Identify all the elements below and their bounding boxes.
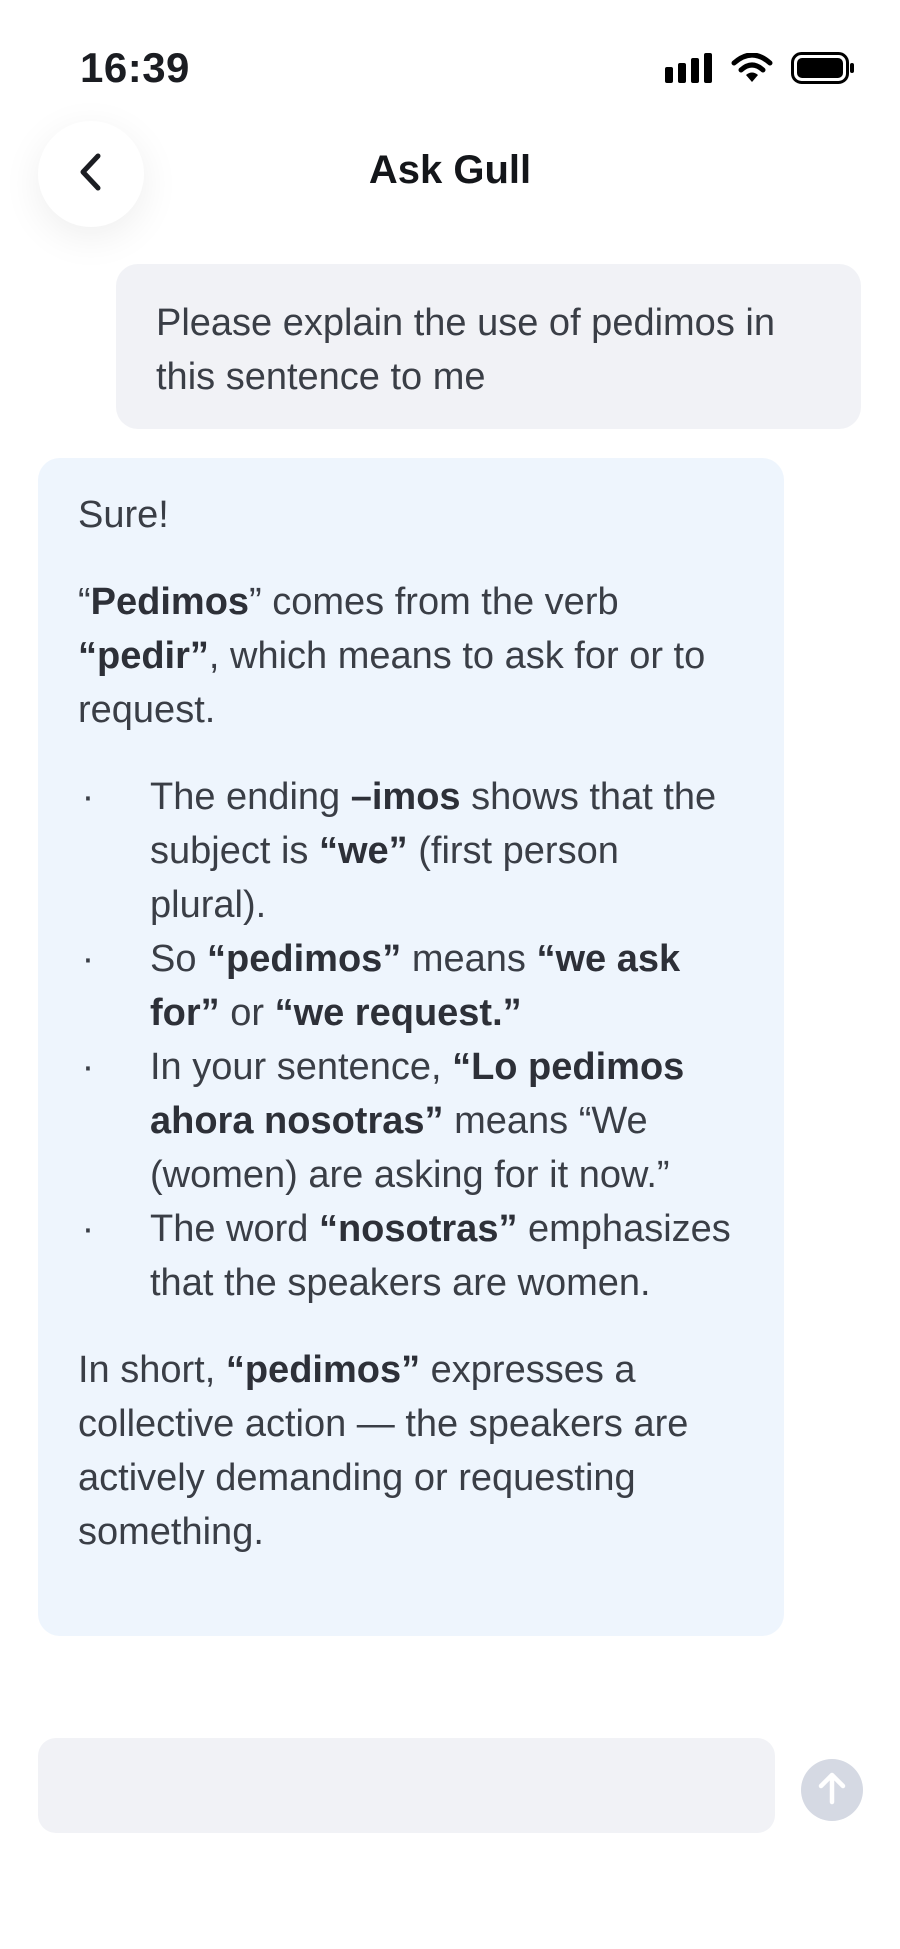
header: Ask Gull <box>0 110 900 235</box>
list-item: · In your sentence, “Lo pedimos ahora nos… <box>78 1040 744 1202</box>
page-title: Ask Gull <box>368 148 532 192</box>
bullet-marker: · <box>81 1046 95 1088</box>
wifi-icon <box>731 52 773 88</box>
battery-icon <box>791 52 855 89</box>
list-item: · The word “nosotras” emphasizes that the… <box>78 1202 744 1310</box>
bullet-marker: · <box>81 1208 95 1250</box>
assistant-greeting: Sure! <box>78 494 169 536</box>
status-time: 16:39 <box>80 44 190 91</box>
arrow-up-icon <box>817 1771 847 1810</box>
bullet-marker: · <box>81 938 95 980</box>
assistant-message: Sure! “Pedimos” comes from the verb “ped… <box>38 458 784 1636</box>
assistant-summary: In short, “pedimos” expresses a collecti… <box>78 1349 689 1553</box>
assistant-intro: “Pedimos” comes from the verb “pedir”, w… <box>78 581 706 731</box>
list-item: · The ending –imos shows that the subject… <box>78 770 744 932</box>
bullet-marker: · <box>81 776 95 818</box>
list-item: · So “pedimos” means “we ask for” or “we … <box>78 932 744 1040</box>
message-input[interactable] <box>38 1738 775 1833</box>
status-bar: 16:39 <box>0 0 900 110</box>
status-icons <box>665 52 855 89</box>
send-button[interactable] <box>801 1759 863 1821</box>
explanation-list: · The ending –imos shows that the subject… <box>78 770 744 1310</box>
user-message: Please explain the use of pedimos in thi… <box>116 264 861 429</box>
cellular-signal-icon <box>665 53 713 88</box>
user-message-text: Please explain the use of pedimos in thi… <box>156 302 775 398</box>
